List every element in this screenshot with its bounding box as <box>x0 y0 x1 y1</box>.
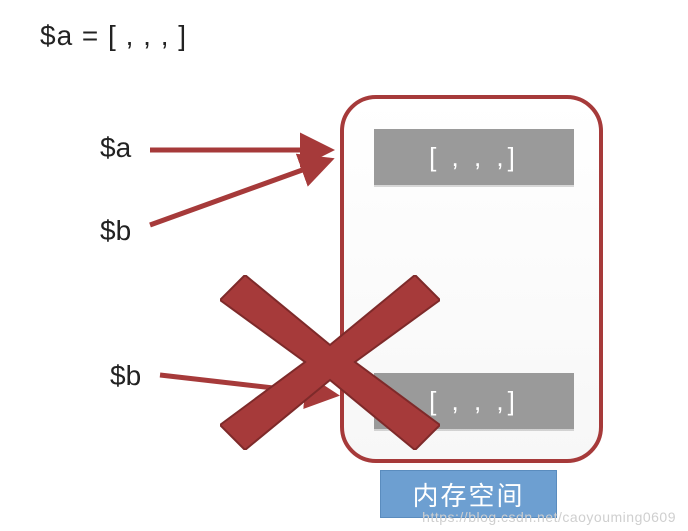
cross-out-icon <box>220 275 440 450</box>
arrow-b-mid-to-slot <box>150 160 330 225</box>
label-var-a: $a <box>100 132 131 164</box>
title-expression: $a = [ , , , ] <box>40 20 187 52</box>
array-slot-top: [ , , ,] <box>374 129 574 185</box>
label-var-b-low: $b <box>110 360 141 392</box>
label-var-b-mid: $b <box>100 215 131 247</box>
watermark-text: https://blog.csdn.net/caoyouming0609 <box>422 509 676 525</box>
diagram-stage: $a = [ , , , ] $a $b $b [ , , ,] [ , , ,… <box>0 0 688 531</box>
